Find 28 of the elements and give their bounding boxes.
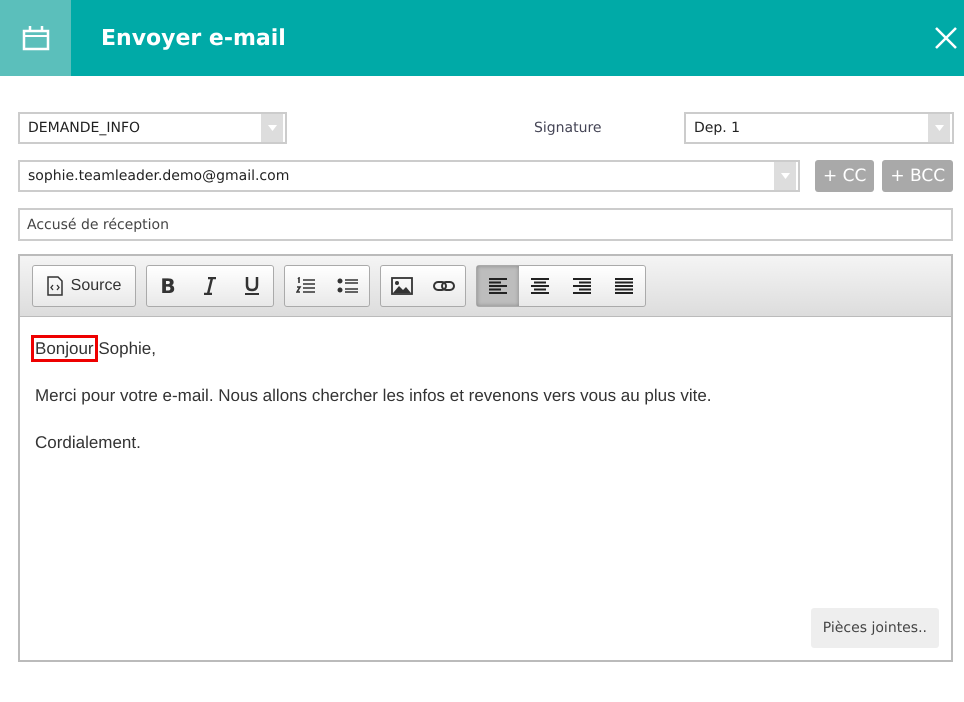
align-left-icon [489,277,507,295]
link-icon [433,280,455,292]
message-paragraph: Cordialement. [35,433,142,453]
bold-button[interactable]: B [147,266,189,306]
message-paragraph: Merci pour votre e-mail. Nous allons chercher les infos et revenons vers vous au plus vite. [35,386,713,406]
signature-select[interactable]: Dep. 1 [684,112,954,144]
subject-field[interactable]: Accusé de réception [18,208,953,241]
align-right-icon [573,277,591,295]
code-file-icon [46,276,63,296]
dialog-title: Envoyer e-mail [101,26,287,50]
template-select[interactable]: DEMANDE_INFO [18,112,287,144]
signature-label: Signature [534,120,603,136]
attachments-button[interactable]: Pièces jointes.. [810,608,939,648]
align-left-button[interactable] [477,266,519,306]
image-icon [391,277,413,295]
italic-icon [203,277,217,295]
dropdown-arrow-icon [934,125,944,131]
close-icon[interactable] [935,27,957,49]
align-center-icon [531,277,549,295]
underline-icon [244,276,260,296]
dropdown-arrow-icon [780,173,790,179]
bullet-list-icon [337,277,359,295]
dropdown-arrow-icon [268,125,276,131]
source-button[interactable]: Source [33,266,135,306]
recipient-select[interactable]: sophie.teamleader.demo@gmail.com [18,160,800,192]
calendar-icon [22,25,50,51]
numbered-list-icon [296,277,316,295]
align-justify-icon [615,277,633,295]
